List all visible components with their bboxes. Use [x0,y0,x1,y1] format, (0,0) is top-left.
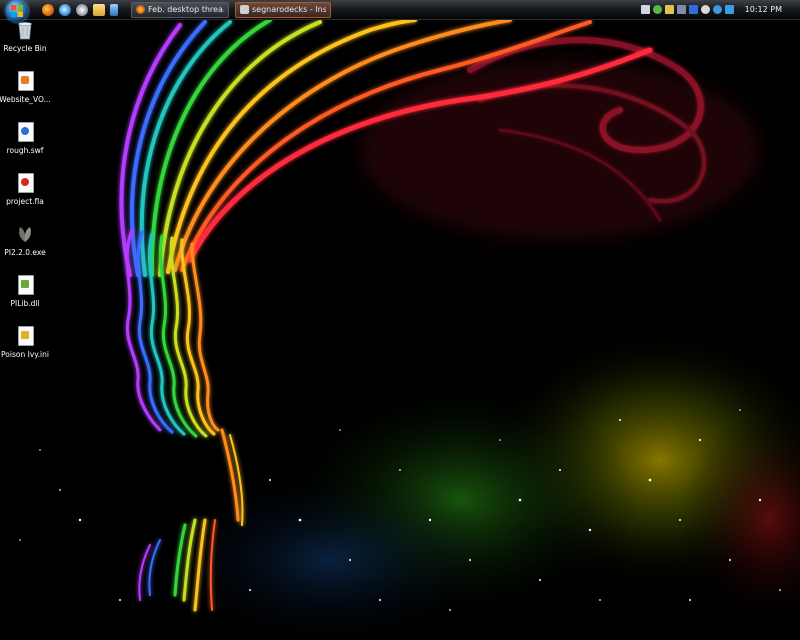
task-label: Feb. desktop threa... [148,5,224,14]
globe-icon[interactable] [712,5,722,14]
desktop-icon-label: project.fla [6,197,44,206]
dll-file-icon [16,275,34,295]
desktop-icon-pi-exe[interactable]: PI2.2.0.exe [0,224,50,257]
desktop-icon-label: Website_VO... [0,95,51,104]
messenger-icon[interactable] [688,5,698,14]
desktop-icon-label: PILib.dll [10,299,40,308]
desktop-icon-label: rough.swf [6,146,44,155]
folder-icon[interactable] [93,3,105,16]
internet-explorer-icon[interactable] [59,3,71,16]
volume-icon[interactable] [700,5,710,14]
windows-logo-icon [11,4,23,17]
desktop-icon-label: PI2.2.0.exe [4,248,46,257]
system-tray: 10:12 PM [637,0,800,19]
taskbar-button-firefox[interactable]: Feb. desktop threa... [131,1,229,18]
task-label: segnarodecks - Inst... [252,5,326,14]
clock[interactable]: 10:12 PM [745,5,782,14]
security-icon[interactable] [664,5,674,14]
desktop-icon-project-fla[interactable]: project.fla [0,173,50,206]
swf-file-icon [16,122,34,142]
chat-icon[interactable] [724,5,734,14]
desktop-icon-rough-swf[interactable]: rough.swf [0,122,50,155]
firefox-icon[interactable] [42,3,54,16]
desktop-icon-label: Poison Ivy.ini [1,350,49,359]
desktop-icon-pilib-dll[interactable]: PILib.dll [0,275,50,308]
start-button[interactable] [6,0,28,22]
network-icon[interactable] [640,5,650,14]
display-icon[interactable] [676,5,686,14]
ini-file-icon [16,326,34,346]
media-icon[interactable] [110,3,118,16]
taskbar: Feb. desktop threa... segnarodecks - Ins… [0,0,800,22]
recycle-bin-icon [16,20,34,40]
firefox-icon [136,5,145,14]
desktop-icon-recycle-bin[interactable]: Recycle Bin [0,20,50,53]
sync-icon[interactable] [652,5,662,14]
taskbar-button-messenger[interactable]: segnarodecks - Inst... [235,1,331,18]
desktop-icon-label: Recycle Bin [3,44,47,53]
instant-messenger-icon [240,5,249,14]
desktop-wallpaper [0,0,800,640]
html-file-icon [16,71,34,91]
application-icon[interactable] [76,3,88,16]
leaf-exe-icon [16,224,34,244]
desktop-icon-website[interactable]: Website_VO... [0,71,51,104]
desktop-icon-poison-ivy-ini[interactable]: Poison Ivy.ini [0,326,50,359]
fla-file-icon [16,173,34,193]
